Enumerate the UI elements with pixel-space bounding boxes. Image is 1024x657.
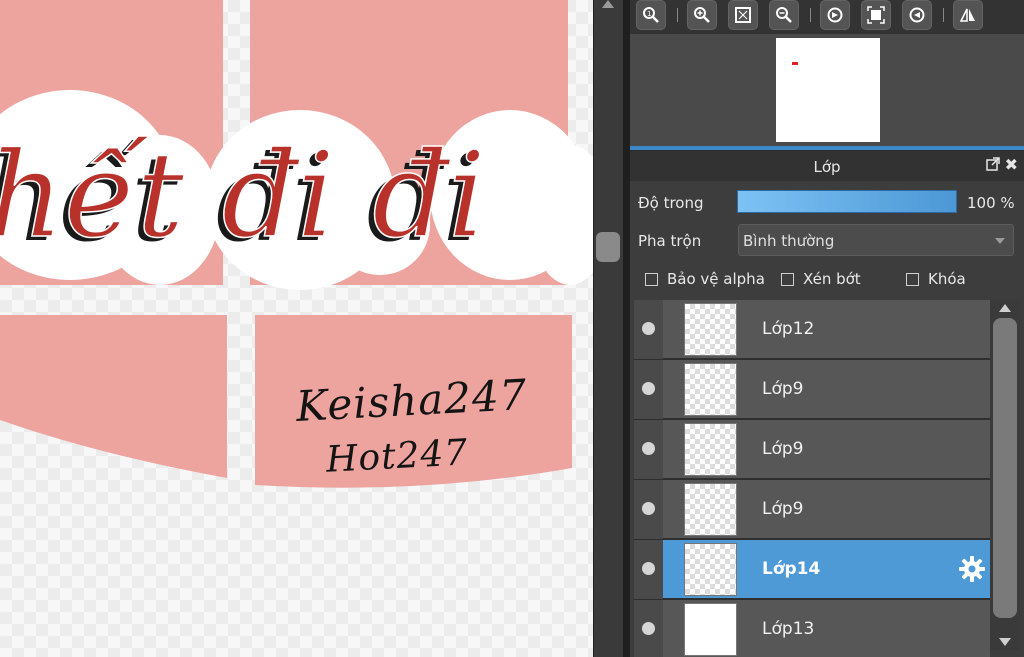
opacity-label: Độ trong [638,194,704,212]
protect-alpha-label: Bảo vệ alpha [667,270,765,288]
drawing-canvas[interactable]: hết đi đi hết đi đi Keisha247 Hot247 [0,0,593,657]
scroll-up-arrow-icon[interactable] [999,304,1011,312]
zoom-in-icon[interactable] [687,0,717,30]
layer-name: Lớp9 [762,439,804,459]
opacity-slider[interactable] [737,190,957,213]
visibility-column [634,360,663,419]
layer-item[interactable]: Lớp9 [634,420,990,479]
navigator-toolbar: 1 [630,0,1024,34]
visibility-column [634,300,663,359]
blend-label: Pha trộn [638,232,702,250]
fit-screen-icon[interactable] [728,0,758,30]
protect-alpha-checkbox[interactable]: Bảo vệ alpha [645,270,765,288]
flip-icon[interactable] [953,0,983,30]
layer-name: Lớp9 [762,379,804,399]
close-icon[interactable]: ✖ [1005,155,1018,174]
panel-splitter[interactable] [623,0,630,657]
layer-list: Lớp12 Lớp9 Lớp9 Lớp9 Lớp14 Lớp13 [634,300,990,657]
blend-mode-value: Bình thường [743,232,835,250]
toolbar-separator [943,8,944,22]
clipping-label: Xén bớt [803,270,861,288]
zoom-out-icon[interactable] [769,0,799,30]
layer-thumbnail [684,363,737,416]
navigator-page-thumbnail [776,38,880,142]
big-text: hết đi đi [0,126,486,264]
layer-item[interactable]: Lớp13 [634,600,990,657]
clipping-checkbox[interactable]: Xén bớt [781,270,861,288]
big-script-text: hết đi đi hết đi đi [0,125,486,268]
gear-icon[interactable] [958,555,986,583]
scroll-down-arrow-icon[interactable] [999,638,1011,646]
layer-thumbnail [684,543,737,596]
svg-text:1: 1 [647,10,651,18]
toolbar-separator [810,8,811,22]
visibility-column [634,600,663,657]
visibility-icon[interactable] [642,382,655,395]
checkbox-box[interactable] [781,272,794,286]
scroll-up-arrow-icon[interactable] [602,0,614,8]
right-panel: 1 Lớp ✖ Độ trong 100 % Pha trộn Bình thư… [630,0,1024,657]
toolbar-separator [677,8,678,22]
layer-name: Lớp13 [762,619,815,639]
layer-thumbnail [684,483,737,536]
navigator-preview[interactable] [630,34,1024,146]
layer-thumbnail [684,423,737,476]
layer-name: Lớp12 [762,319,815,339]
canvas-scroll-thumb[interactable] [596,232,620,262]
layer-scroll-thumb[interactable] [993,318,1017,618]
checkbox-box[interactable] [906,272,919,286]
layer-thumbnail [684,603,737,656]
visibility-icon[interactable] [642,562,655,575]
checkbox-box[interactable] [645,272,658,286]
layer-name: Lớp9 [762,499,804,519]
visibility-icon[interactable] [642,622,655,635]
lock-label: Khóa [928,270,966,288]
chevron-down-icon [995,238,1005,244]
layer-item[interactable]: Lớp12 [634,300,990,359]
popout-icon[interactable] [986,157,1000,171]
blend-mode-select[interactable]: Bình thường [738,224,1014,256]
layer-panel-title: Lớp [813,158,841,176]
visibility-icon[interactable] [642,322,655,335]
layer-name: Lớp14 [762,559,821,579]
visibility-icon[interactable] [642,502,655,515]
lock-checkbox[interactable]: Khóa [906,270,966,288]
fullscreen-icon[interactable] [861,0,891,30]
rotate-left-icon[interactable] [820,0,850,30]
layer-thumbnail [684,303,737,356]
layer-item[interactable]: Lớp9 [634,360,990,419]
rotate-right-icon[interactable] [902,0,932,30]
layer-panel-header: Lớp ✖ [630,150,1024,181]
zoom-icon[interactable]: 1 [636,0,666,30]
layer-item-selected[interactable]: Lớp14 [634,540,990,599]
opacity-value: 100 % [967,194,1015,212]
visibility-column [634,420,663,479]
handwriting-line2: Hot247 [325,432,470,481]
canvas-scrollbar[interactable] [593,0,623,657]
visibility-icon[interactable] [642,442,655,455]
layer-item[interactable]: Lớp9 [634,480,990,539]
layer-list-scrollbar[interactable] [990,300,1020,650]
navigator-viewport-marker [792,62,798,65]
visibility-column [634,480,663,539]
visibility-column [634,540,663,599]
